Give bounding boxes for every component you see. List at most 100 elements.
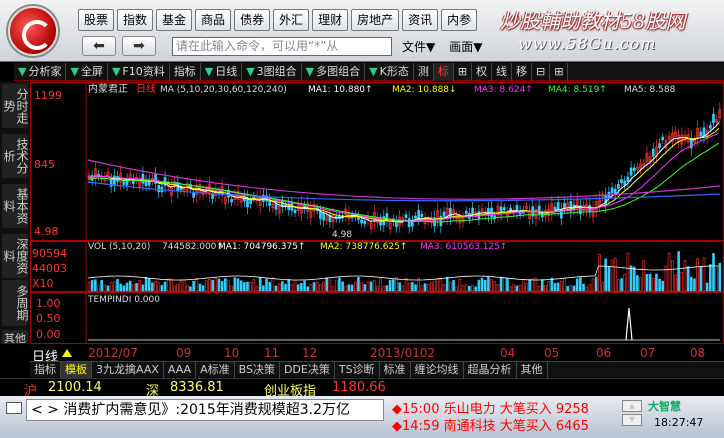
- toolbar-item[interactable]: ▼ 分析家: [14, 63, 67, 81]
- vtab[interactable]: 分时走势: [2, 84, 29, 128]
- volume-bar: [420, 285, 424, 292]
- menu-button[interactable]: 基金: [156, 9, 193, 31]
- candle-body: [712, 113, 715, 123]
- toolbar-item[interactable]: 移: [512, 63, 533, 81]
- vtab[interactable]: 基本资料: [2, 184, 29, 228]
- stock-chart[interactable]: 1199 845 4.98 90594 44003 X10 1.00 0.50 0.00 内蒙君正…: [30, 82, 724, 344]
- candle-body: [293, 209, 297, 214]
- volume-bar: [601, 282, 604, 292]
- volume-bar: [293, 279, 297, 292]
- toolbar-item[interactable]: 线: [492, 63, 513, 81]
- vtab[interactable]: 技术分析: [2, 134, 29, 178]
- indicator-tab[interactable]: 缠论均线: [411, 362, 464, 378]
- volume-bar: [423, 283, 427, 292]
- volume-bar: [572, 285, 576, 292]
- menu-button[interactable]: 房地产: [351, 9, 400, 31]
- toolbar-item[interactable]: ▼ F10资料: [108, 63, 170, 81]
- scroll-down-icon[interactable]: ▼: [622, 414, 642, 426]
- toolbar-item[interactable]: 指标: [170, 63, 201, 81]
- candle-body: [404, 214, 408, 218]
- vtab[interactable]: 其他: [2, 330, 28, 345]
- ticker-text: 14:59 南通科技 大笔买入 6465: [402, 419, 589, 434]
- volume-bar: [331, 286, 335, 292]
- mail-icon[interactable]: [6, 402, 22, 414]
- volume-bar: [379, 278, 382, 292]
- indicator-tab[interactable]: TS诊断: [335, 362, 380, 378]
- menu-button[interactable]: 内参: [441, 9, 478, 31]
- indicator-tab[interactable]: 超晶分析: [464, 362, 517, 378]
- toolbar-item[interactable]: ▼ 多图组合: [302, 63, 366, 81]
- indicator-tab[interactable]: 3九龙擒AAX: [92, 362, 164, 378]
- volume-bar: [395, 277, 398, 292]
- volume-bar: [449, 282, 452, 292]
- volume-bar: [674, 274, 677, 292]
- candle-body: [661, 136, 665, 141]
- volume-bar: [208, 278, 211, 292]
- toolbar-label: 3图组合: [256, 65, 297, 78]
- indicator-tab[interactable]: 模板: [61, 362, 92, 378]
- volume-bar: [103, 284, 107, 292]
- menu-button[interactable]: 商品: [195, 9, 232, 31]
- volume-bar: [227, 279, 230, 292]
- candle-body: [249, 199, 253, 205]
- volume-bar: [670, 260, 674, 292]
- indicator-tab[interactable]: 其他: [517, 362, 548, 378]
- toolbar-item[interactable]: 标: [433, 63, 454, 81]
- volume-bar: [303, 280, 306, 292]
- news-headline[interactable]: < > 消费扩内需意见》:2015年消费规模超3.2万亿: [26, 399, 384, 421]
- back-arrow-icon[interactable]: ⬅: [82, 36, 116, 56]
- volume-bar: [474, 286, 478, 292]
- toolbar-item[interactable]: ▼ 3图组合: [242, 63, 302, 81]
- menu-view[interactable]: 画面▼: [449, 38, 482, 55]
- toolbar-item[interactable]: ⊞: [454, 63, 473, 81]
- toolbar-item[interactable]: 权: [472, 63, 493, 81]
- candle-body: [407, 218, 411, 228]
- temp-axis-label: 0.50: [36, 312, 61, 325]
- toolbar-item[interactable]: ⊟: [532, 63, 551, 81]
- menu-button[interactable]: 理财: [312, 9, 349, 31]
- volume-bar: [705, 282, 709, 292]
- candle-body: [632, 167, 636, 172]
- volume-bar: [648, 273, 652, 292]
- menu-button[interactable]: 股票: [78, 9, 115, 31]
- volume-bar: [106, 285, 110, 292]
- indicator-tab[interactable]: A标准: [196, 362, 235, 378]
- stock-name: 内蒙君正: [88, 82, 128, 95]
- toolbar-item[interactable]: 测: [414, 63, 434, 81]
- volume-bar: [677, 251, 680, 292]
- toolbar-item[interactable]: ▼ 全屏: [66, 63, 108, 81]
- volume-bar: [550, 277, 554, 292]
- volume-bar: [411, 282, 414, 292]
- volume-bar: [284, 283, 287, 292]
- indicator-tab[interactable]: DDE决策: [280, 362, 335, 378]
- volume-bar: [217, 278, 221, 292]
- volume-bar: [686, 266, 690, 292]
- indicator-tab[interactable]: 标准: [380, 362, 411, 378]
- menu-button[interactable]: 指数: [117, 9, 154, 31]
- menu-button[interactable]: 资讯: [402, 9, 439, 31]
- news-text: 消费扩内需意见》:2015年消费规模超3.2万亿: [63, 402, 350, 418]
- volume-bar: [322, 281, 325, 292]
- menu-button[interactable]: 债券: [234, 9, 271, 31]
- volume-bar: [598, 254, 601, 292]
- volume-bar: [154, 280, 157, 292]
- command-input[interactable]: 请在此输入命令，可以用“*”从: [172, 37, 392, 56]
- vtab[interactable]: 多周期: [2, 280, 29, 326]
- scroll-up-icon[interactable]: ▲: [622, 400, 642, 412]
- indicator-tab[interactable]: BS决策: [235, 362, 280, 378]
- date-axis: 2012/07 09 10 11 12 2013/0102 04 05 06 07 08: [88, 346, 724, 360]
- menu-file[interactable]: 文件▼: [402, 38, 435, 55]
- toolbar-item[interactable]: ⊞: [550, 63, 569, 81]
- ticker-item[interactable]: ◆14:59 南通科技 大笔买入 6465: [392, 415, 589, 434]
- indicator-tab[interactable]: AAA: [164, 362, 197, 378]
- indicator-tab[interactable]: 指标: [30, 362, 61, 378]
- volume-bar: [239, 280, 243, 292]
- toolbar-item[interactable]: ▼ 日线: [201, 63, 243, 81]
- vtab[interactable]: 深度资料: [2, 234, 29, 278]
- volume-bar: [699, 266, 703, 292]
- volume-bar: [90, 279, 94, 292]
- toolbar-item[interactable]: ▼ K形态: [365, 63, 414, 81]
- menu-button[interactable]: 外汇: [273, 9, 310, 31]
- forward-arrow-icon[interactable]: ➡: [122, 36, 156, 56]
- volume-bar: [537, 285, 541, 292]
